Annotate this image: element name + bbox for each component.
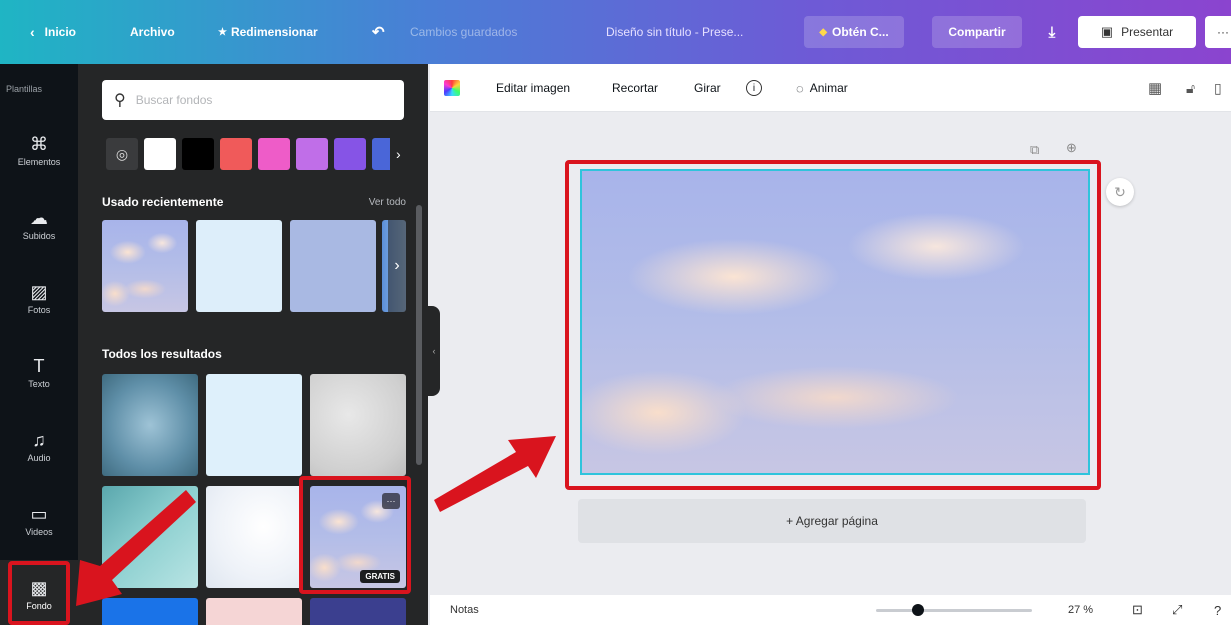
recent-thumbnail-light-blue[interactable] [196, 220, 282, 312]
star-icon: ★ [218, 26, 227, 38]
panel-scrollbar[interactable] [416, 205, 422, 465]
video-icon: ▭ [30, 504, 48, 524]
rail-item-videos[interactable]: ▭ Videos [0, 486, 78, 556]
rainbow-color-icon [444, 80, 460, 96]
crown-icon: ◆ [819, 26, 828, 38]
search-input[interactable] [135, 93, 386, 107]
more-options-button[interactable]: ··· [1205, 16, 1231, 48]
recent-thumbnail-sky[interactable] [102, 220, 188, 312]
zoom-slider-knob[interactable] [912, 604, 925, 616]
search-box[interactable]: ⚲ [102, 80, 404, 120]
rail-item-label: Videos [25, 527, 53, 537]
rail-item-uploads[interactable]: ☁ Subidos [0, 190, 78, 260]
duplicate-page-icon[interactable]: ⧉ [1030, 142, 1039, 158]
highlight-design-page [565, 160, 1101, 490]
highlight-selected-thumbnail [299, 476, 411, 594]
home-label: Inicio [44, 25, 77, 39]
top-bar: ‹ Inicio Archivo ★ Redimensionar ↶ Cambi… [0, 0, 1231, 64]
add-page-icon[interactable]: ⊕ [1066, 140, 1077, 156]
music-icon: ♫ [32, 430, 46, 450]
present-button[interactable]: ▣ Presentar [1078, 16, 1196, 48]
rail-item-templates[interactable]: Plantillas [6, 84, 42, 94]
highlight-background-tab [8, 561, 70, 625]
color-swatches: ◎ [106, 138, 406, 170]
result-thumbnail-white-marble[interactable] [206, 486, 302, 588]
side-rail: Plantillas ⌘ Elementos ☁ Subidos ▨ Fotos… [0, 64, 78, 625]
present-label: Presentar [1121, 25, 1174, 39]
chevron-left-icon: ‹ [30, 24, 35, 40]
result-thumbnail-pink[interactable] [206, 598, 302, 625]
result-thumbnail-navy[interactable] [310, 598, 406, 625]
photo-icon: ▨ [30, 282, 48, 302]
rail-item-label: Audio [27, 453, 51, 463]
saved-status: Cambios guardados [410, 25, 518, 39]
animate-button[interactable]: ◌ Animar [796, 64, 848, 112]
rotate-icon[interactable]: ↻ [1106, 178, 1134, 206]
trash-icon[interactable]: ▯ [1214, 64, 1222, 112]
recent-section-title: Usado recientemente [102, 195, 224, 209]
info-button[interactable]: i [746, 64, 762, 112]
rail-item-elements[interactable]: ⌘ Elementos [0, 116, 78, 186]
share-button[interactable]: Compartir [932, 16, 1022, 48]
rail-item-label: Fotos [27, 305, 51, 315]
help-icon[interactable]: ? [1214, 595, 1221, 625]
lock-icon[interactable]: 🔓︎ [1186, 64, 1195, 112]
info-icon: i [746, 80, 762, 96]
color-picker-button[interactable] [444, 64, 460, 112]
resize-label: Redimensionar [230, 25, 318, 39]
notes-button[interactable]: Notas [450, 595, 479, 625]
transparency-icon[interactable]: ▦ [1148, 64, 1162, 112]
crop-button[interactable]: Recortar [612, 64, 658, 112]
result-thumbnail-bright-blue[interactable] [102, 598, 198, 625]
file-menu[interactable]: Archivo [130, 0, 175, 64]
elements-icon: ⌘ [30, 134, 48, 154]
rail-item-label: Subidos [22, 231, 56, 241]
color-swatch[interactable] [334, 138, 366, 170]
color-swatch[interactable] [182, 138, 214, 170]
chevron-right-icon[interactable]: › [388, 220, 406, 312]
editor-toolbar: Editar imagen Recortar Girar i ◌ Animar … [430, 64, 1231, 112]
result-thumbnail-teal-water[interactable] [102, 486, 198, 588]
chevron-right-icon[interactable]: › [396, 138, 410, 170]
upgrade-label: Obtén C... [832, 25, 889, 39]
edit-image-button[interactable]: Editar imagen [496, 64, 570, 112]
bottom-bar: Notas 27 % ⊡ ⤢ ? [430, 595, 1231, 625]
search-icon: ⚲ [114, 92, 126, 109]
zoom-slider[interactable] [876, 604, 1032, 616]
upgrade-button[interactable]: ◆ Obtén C... [804, 16, 904, 48]
upload-icon: ☁ [30, 208, 48, 228]
page-view-icon[interactable]: ⊡ [1132, 595, 1143, 625]
home-button[interactable]: ‹ Inicio [30, 0, 76, 64]
recent-thumbnail-periwinkle[interactable] [290, 220, 376, 312]
all-results-title: Todos los resultados [102, 347, 222, 361]
result-thumbnail-pale-blue[interactable] [206, 374, 302, 476]
rail-item-label: Elementos [17, 157, 61, 167]
undo-icon[interactable]: ↶ [372, 0, 385, 64]
fullscreen-icon[interactable]: ⤢ [1172, 595, 1182, 625]
add-page-button[interactable]: + Agregar página [578, 499, 1086, 543]
rail-item-label: Texto [28, 379, 50, 389]
document-title[interactable]: Diseño sin título - Prese... [606, 0, 743, 64]
animate-icon: ◌ [796, 80, 804, 96]
see-all-link[interactable]: Ver todo [369, 197, 406, 208]
flip-button[interactable]: Girar [694, 64, 721, 112]
presentation-icon: ▣ [1100, 24, 1114, 39]
color-swatch[interactable] [220, 138, 252, 170]
rail-item-audio[interactable]: ♫ Audio [0, 412, 78, 482]
color-swatch[interactable] [372, 138, 390, 170]
zoom-level[interactable]: 27 % [1068, 595, 1093, 625]
resize-button[interactable]: ★ Redimensionar [218, 0, 318, 64]
color-swatch[interactable] [296, 138, 328, 170]
download-icon[interactable]: ⤓ [1034, 16, 1070, 48]
color-swatch[interactable] [144, 138, 176, 170]
text-icon: T [33, 356, 45, 376]
color-swatch[interactable] [258, 138, 290, 170]
rail-item-text[interactable]: T Texto [0, 338, 78, 408]
result-thumbnail-grey-texture[interactable] [310, 374, 406, 476]
palette-icon[interactable]: ◎ [106, 138, 138, 170]
result-thumbnail-blurred-teal[interactable] [102, 374, 198, 476]
animate-label: Animar [809, 81, 848, 95]
rail-item-photos[interactable]: ▨ Fotos [0, 264, 78, 334]
